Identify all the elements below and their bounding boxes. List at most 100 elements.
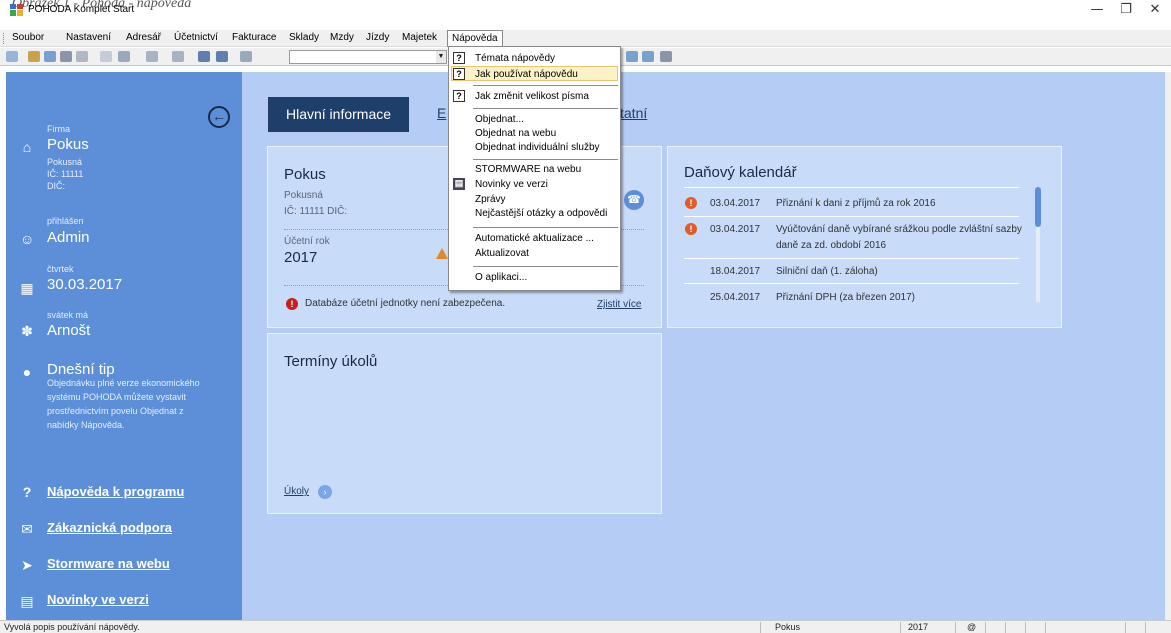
menu-item-objednat[interactable]: Objednat... (475, 114, 524, 125)
menu-majetek[interactable]: Majetek (402, 32, 437, 43)
tax-date: 25.04.2017 (710, 292, 761, 303)
tax-calendar-title: Daňový kalendář (684, 164, 797, 181)
menu-item-objednat-individualni-sluzby[interactable]: Objednat individuální služby (475, 142, 600, 153)
toolbar-help-icon[interactable] (660, 51, 672, 62)
menu-item-zpravy[interactable]: Zprávy (475, 194, 506, 205)
user-icon: ☺ (20, 231, 35, 247)
tab-ostatni[interactable]: tatní (620, 105, 647, 121)
year-label: Účetní rok (284, 236, 330, 247)
toolbar-icon-10[interactable] (198, 51, 210, 62)
toolbar-icon-5[interactable] (76, 51, 88, 62)
toolbar-icon-12[interactable] (240, 51, 252, 62)
maximize-button[interactable]: ❐ (1116, 2, 1136, 20)
phone-icon[interactable]: ☎ (624, 190, 644, 210)
minimize-button[interactable]: — (1087, 2, 1107, 20)
tab-e[interactable]: E (437, 105, 446, 121)
menu-bar: Soubor Nastavení Adresář Účetnictví Fakt… (0, 30, 1171, 47)
company-card-ids: IČ: 11111 DIČ: (284, 206, 348, 217)
menu-item-automaticke-aktualizace[interactable]: Automatické aktualizace ... (475, 233, 594, 244)
toolbar-icon-8[interactable] (146, 51, 158, 62)
window-title: POHODA Komplet Start (28, 4, 135, 15)
menu-separator (473, 227, 618, 228)
menu-separator (473, 108, 618, 109)
alert-icon: ! (685, 223, 697, 235)
collapse-sidebar-button[interactable]: ← (208, 106, 230, 128)
news-icon: ▤ (20, 593, 34, 609)
menu-separator (473, 266, 618, 267)
alert-icon: ! (685, 197, 697, 209)
lightbulb-icon: ● (22, 364, 32, 380)
link-zakaznicka-podpora[interactable]: Zákaznická podpora (47, 520, 172, 535)
tax-calendar-scroll-thumb[interactable] (1035, 187, 1041, 227)
menu-jizdy[interactable]: Jízdy (366, 32, 389, 43)
menu-item-nejcastejsi-otazky[interactable]: Nejčastější otázky a odpovědi (475, 208, 607, 219)
toolbar-icon-4[interactable] (60, 51, 72, 62)
menu-napoveda[interactable]: Nápověda (447, 30, 503, 47)
flower-icon: ✽ (21, 323, 33, 339)
divider (684, 216, 1019, 217)
menu-soubor[interactable]: Soubor (12, 32, 44, 43)
svatek-name: Arnošt (47, 322, 91, 339)
home-icon: ⌂ (22, 139, 32, 155)
chevron-down-icon[interactable]: ▼ (436, 51, 446, 63)
help-icon: ? (453, 68, 465, 80)
menu-item-novinky-ve-verzi[interactable]: Novinky ve verzi (475, 179, 548, 190)
tax-date: 03.04.2017 (710, 198, 761, 209)
menu-item-o-aplikaci[interactable]: O aplikaci... (475, 272, 527, 283)
menu-item-jak-zmenit-velikost-pisma[interactable]: Jak změnit velikost písma (475, 91, 589, 102)
menu-nastaveni[interactable]: Nastavení (66, 32, 111, 43)
menu-sklady[interactable]: Sklady (289, 32, 319, 43)
toolbar-icon-6[interactable] (100, 51, 112, 62)
toolbar-icon-9[interactable] (172, 51, 184, 62)
status-hint: Vyvolá popis používání nápovědy. (4, 622, 140, 632)
menubar-grip (3, 33, 5, 44)
ukoly-link[interactable]: Úkoly (284, 486, 309, 497)
divider (684, 187, 1019, 188)
link-napoveda-k-programu[interactable]: Nápověda k programu (47, 484, 184, 499)
status-year: 2017 (908, 622, 929, 632)
status-at: @ (967, 622, 977, 632)
vertical-scrollbar[interactable] (1165, 72, 1171, 620)
tax-text: Silniční daň (1. záloha) (776, 266, 878, 277)
menu-item-aktualizovat[interactable]: Aktualizovat (475, 248, 529, 259)
toolbar-icon-1[interactable] (6, 51, 18, 62)
toolbar-icon-11[interactable] (216, 51, 228, 62)
menu-ucetnictvi[interactable]: Účetnictví (174, 32, 218, 43)
toolbar-icon-13[interactable] (626, 51, 638, 62)
status-divider (985, 622, 986, 633)
menu-separator (473, 159, 618, 160)
divider (684, 258, 1019, 259)
alert-icon: ! (286, 298, 298, 310)
firma-sub: Pokusná (47, 157, 83, 167)
day-label: čtvrtek (47, 264, 74, 274)
pohoda-logo-icon (10, 4, 23, 16)
link-stormware-na-webu[interactable]: Stormware na webu (47, 556, 170, 571)
menu-item-stormware-na-webu[interactable]: STORMWARE na webu (475, 164, 581, 175)
toolbar-icon-2[interactable] (28, 51, 40, 62)
tax-text: Přiznání DPH (za březen 2017) (776, 292, 915, 303)
menu-item-temata-napovedy[interactable]: Témata nápovědy (475, 53, 555, 64)
menu-adresar[interactable]: Adresář (126, 32, 161, 43)
status-divider (900, 622, 901, 633)
firma-label: Firma (47, 124, 70, 134)
toolbar-combo[interactable]: ▼ (289, 50, 447, 64)
toolbar-icon-14[interactable] (642, 51, 654, 62)
zjistit-vice-link[interactable]: Zjistit více (597, 299, 641, 310)
arrow-right-icon[interactable]: › (318, 485, 332, 499)
tab-hlavni-informace[interactable]: Hlavní informace (268, 97, 409, 132)
menu-fakturace[interactable]: Fakturace (232, 32, 276, 43)
menu-mzdy[interactable]: Mzdy (330, 32, 354, 43)
link-novinky-ve-verzi[interactable]: Novinky ve verzi (47, 592, 149, 607)
menu-item-objednat-na-webu[interactable]: Objednat na webu (475, 128, 556, 139)
toolbar-icon-3[interactable] (44, 51, 56, 62)
status-divider (1025, 622, 1026, 633)
toolbar-icon-7[interactable] (118, 51, 130, 62)
question-icon: ? (22, 484, 32, 500)
menu-item-jak-pouzivat-napovedu[interactable]: Jak používat nápovědu (475, 69, 578, 80)
close-button[interactable]: ✕ (1145, 2, 1165, 20)
tax-text: Vyúčtování daně vybírané srážkou podle z… (776, 224, 1022, 251)
status-divider (1125, 622, 1126, 633)
status-divider (1045, 622, 1046, 633)
warning-triangle-icon (436, 248, 448, 259)
firma-ic: IČ: 11111 (47, 169, 84, 179)
